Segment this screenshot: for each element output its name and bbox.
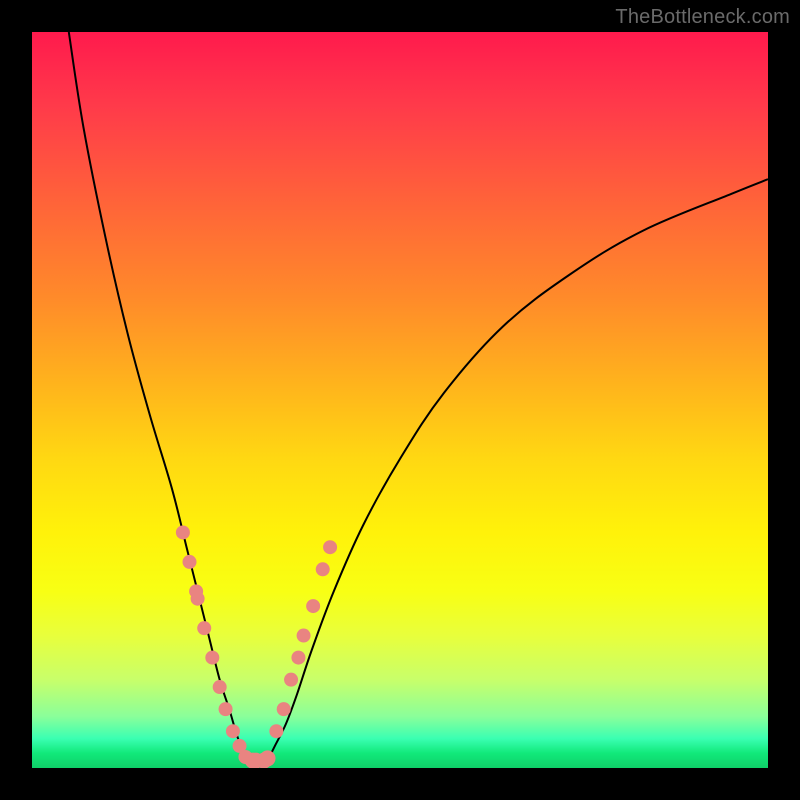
plot-area	[32, 32, 768, 768]
curve-left	[69, 32, 253, 761]
data-point	[176, 525, 190, 539]
data-point	[219, 702, 233, 716]
watermark-text: TheBottleneck.com	[615, 6, 790, 29]
data-point	[297, 629, 311, 643]
data-point	[191, 592, 205, 606]
data-point	[291, 651, 305, 665]
data-point	[284, 673, 298, 687]
data-point	[260, 750, 276, 766]
curve-svg	[32, 32, 768, 768]
data-point	[323, 540, 337, 554]
data-point	[213, 680, 227, 694]
data-point	[205, 651, 219, 665]
data-point	[306, 599, 320, 613]
data-point	[277, 702, 291, 716]
data-point	[197, 621, 211, 635]
data-point	[269, 724, 283, 738]
data-point	[316, 562, 330, 576]
data-point	[183, 555, 197, 569]
data-point	[226, 724, 240, 738]
curve-right	[268, 179, 768, 760]
